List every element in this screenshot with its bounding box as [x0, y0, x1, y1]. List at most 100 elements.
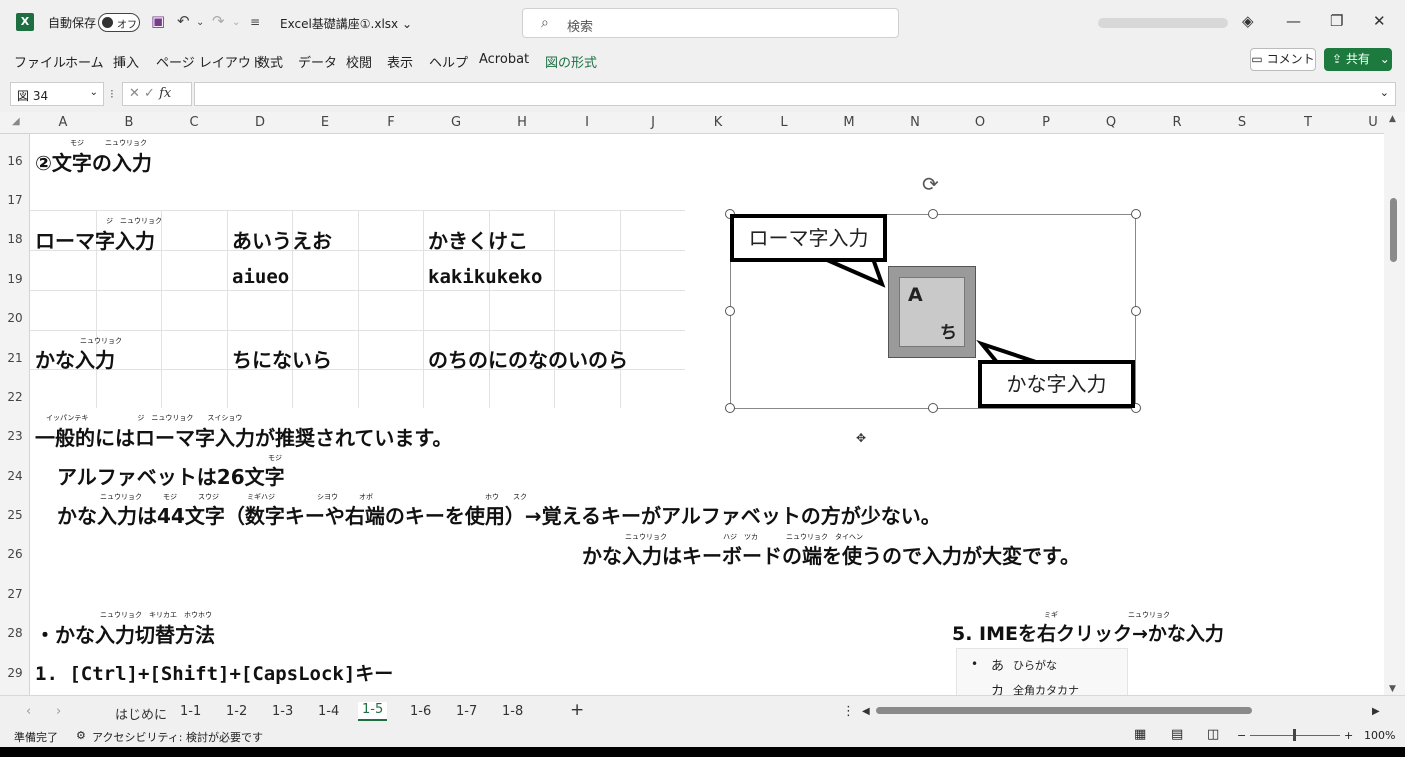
cell-D21[interactable]: ちにないら — [232, 344, 332, 373]
rotate-handle-icon[interactable]: ⟳ — [922, 172, 939, 196]
col-header-J[interactable]: J — [643, 115, 663, 130]
cell-G19[interactable]: kakikukeko — [428, 266, 542, 288]
tab-file[interactable]: ファイル — [14, 52, 66, 71]
scroll-up-icon[interactable]: ▲ — [1389, 114, 1396, 124]
col-header-H[interactable]: H — [512, 115, 532, 130]
formula-input[interactable]: ⌄ — [194, 82, 1396, 106]
vertical-scrollbar[interactable]: ▲ ▼ — [1384, 112, 1405, 695]
col-header-E[interactable]: E — [315, 115, 335, 130]
callout-roman-input[interactable]: ローマ字入力 — [730, 214, 887, 262]
enter-icon[interactable]: ✓ — [144, 86, 155, 101]
cell-A24[interactable]: アルファベットは26文字 — [57, 461, 285, 490]
resize-handle-ne[interactable] — [1131, 209, 1141, 219]
redo-icon[interactable]: ↷ — [212, 12, 225, 30]
resize-handle-w[interactable] — [725, 306, 735, 316]
horizontal-scroll-thumb[interactable] — [876, 707, 1252, 714]
cell-A25[interactable]: かな入力は44文字（数字キーや右端のキーを使用）→覚えるキーがアルファベットの方… — [57, 500, 941, 529]
resize-handle-s[interactable] — [928, 403, 938, 413]
scroll-right-icon[interactable]: ▶ — [1372, 706, 1380, 717]
tab-splitter-icon[interactable]: ⋮ — [842, 704, 855, 719]
row-header-17[interactable]: 17 — [0, 193, 30, 207]
cell-N28[interactable]: 5. IMEを右クリック→かな入力 — [952, 619, 1224, 646]
cell-D18[interactable]: あいうえお — [232, 225, 332, 254]
row-header-25[interactable]: 25 — [0, 508, 30, 522]
row-header-16[interactable]: 16 — [0, 154, 30, 168]
vertical-scroll-thumb[interactable] — [1390, 198, 1397, 262]
sheet-tab-intro[interactable]: はじめに — [115, 704, 167, 723]
col-header-Q[interactable]: Q — [1101, 115, 1121, 130]
row-header-18[interactable]: 18 — [0, 232, 30, 246]
tab-review[interactable]: 校閲 — [346, 52, 372, 71]
name-box[interactable]: 図 34 ⌄ — [10, 82, 104, 106]
share-dropdown-icon[interactable]: ⌄ — [1380, 52, 1390, 66]
col-header-I[interactable]: I — [577, 115, 597, 130]
sheet-tab-1-2[interactable]: 1-2 — [226, 704, 247, 719]
share-button[interactable]: ⇪ 共有 ⌄ — [1324, 48, 1392, 71]
col-header-R[interactable]: R — [1167, 115, 1187, 130]
col-header-K[interactable]: K — [708, 115, 728, 130]
search-box[interactable]: ⌕ 検索 — [522, 8, 899, 38]
tab-data[interactable]: データ — [298, 52, 337, 71]
tab-formulas[interactable]: 数式 — [257, 52, 283, 71]
file-name[interactable]: Excel基礎講座①.xlsx ⌄ — [280, 15, 412, 32]
scroll-left-icon[interactable]: ◀ — [862, 706, 870, 717]
minimize-icon[interactable]: — — [1286, 12, 1301, 30]
zoom-level[interactable]: 100% — [1364, 729, 1395, 742]
customize-toolbar-icon[interactable]: ≡ — [250, 15, 260, 29]
page-layout-view-icon[interactable]: ▤ — [1171, 727, 1183, 742]
cell-A16[interactable]: ②文字の入力 — [35, 147, 152, 176]
sheet-tab-1-1[interactable]: 1-1 — [180, 704, 201, 719]
accessibility-status[interactable]: アクセシビリティ: 検討が必要です — [92, 729, 263, 745]
sheet-tab-1-6[interactable]: 1-6 — [410, 704, 431, 719]
col-header-A[interactable]: A — [53, 115, 73, 130]
next-sheet-icon[interactable]: › — [56, 704, 61, 719]
cell-G18[interactable]: かきくけこ — [428, 225, 528, 254]
worksheet-grid[interactable]: ◢ A B C D E F G H I J K L M N O P Q R S … — [0, 112, 1405, 695]
name-box-dropdown-icon[interactable]: ⌄ — [90, 87, 98, 98]
resize-handle-n[interactable] — [928, 209, 938, 219]
sheet-tab-1-4[interactable]: 1-4 — [318, 704, 339, 719]
cell-A29[interactable]: 1. [Ctrl]+[Shift]+[CapsLock]キー — [35, 659, 393, 686]
row-header-19[interactable]: 19 — [0, 272, 30, 286]
zoom-in-icon[interactable]: + — [1344, 729, 1353, 742]
restore-icon[interactable]: ❐ — [1330, 12, 1343, 30]
select-all-icon[interactable]: ◢ — [12, 116, 20, 127]
row-header-21[interactable]: 21 — [0, 351, 30, 365]
row-header-20[interactable]: 20 — [0, 311, 30, 325]
expand-formula-icon[interactable]: ⌄ — [1380, 86, 1389, 99]
col-header-D[interactable]: D — [250, 115, 270, 130]
col-header-F[interactable]: F — [381, 115, 401, 130]
redo-dropdown-icon[interactable]: ⌄ — [232, 17, 240, 28]
zoom-out-icon[interactable]: − — [1237, 729, 1246, 742]
tab-home[interactable]: ホーム — [65, 52, 104, 71]
prev-sheet-icon[interactable]: ‹ — [26, 704, 31, 719]
resize-handle-e[interactable] — [1131, 306, 1141, 316]
cell-A18[interactable]: ローマ字入力 — [35, 225, 155, 254]
row-header-23[interactable]: 23 — [0, 429, 30, 443]
col-header-T[interactable]: T — [1298, 115, 1318, 130]
normal-view-icon[interactable]: ▦ — [1134, 727, 1146, 742]
col-header-S[interactable]: S — [1232, 115, 1252, 130]
tab-page-layout[interactable]: ページ レイアウト — [156, 52, 264, 71]
col-header-B[interactable]: B — [119, 115, 139, 130]
accessibility-icon[interactable]: ⚙ — [76, 729, 86, 742]
col-header-P[interactable]: P — [1036, 115, 1056, 130]
row-header-22[interactable]: 22 — [0, 390, 30, 404]
tab-view[interactable]: 表示 — [387, 52, 413, 71]
undo-icon[interactable]: ↶ — [177, 12, 190, 30]
cell-H26[interactable]: かな入力はキーボードの端を使うので入力が大変です。 — [582, 540, 1080, 569]
row-header-26[interactable]: 26 — [0, 547, 30, 561]
tab-shape-format[interactable]: 図の形式 — [545, 52, 597, 71]
cell-G21[interactable]: のちのにのなのいのら — [428, 344, 628, 373]
close-icon[interactable]: ✕ — [1373, 12, 1386, 30]
sheet-tab-1-5[interactable]: 1-5 — [358, 702, 388, 721]
col-header-C[interactable]: C — [184, 115, 204, 130]
row-header-24[interactable]: 24 — [0, 469, 30, 483]
keyboard-key-a[interactable]: A ち — [888, 266, 976, 358]
cell-A23[interactable]: 一般的にはローマ字入力が推奨されています。 — [35, 422, 452, 451]
comment-button[interactable]: ▭ コメント — [1250, 48, 1316, 71]
add-sheet-icon[interactable]: + — [570, 700, 584, 720]
page-break-view-icon[interactable]: ◫ — [1207, 727, 1219, 742]
sheet-tab-1-8[interactable]: 1-8 — [502, 704, 523, 719]
zoom-slider-thumb[interactable] — [1293, 729, 1296, 741]
